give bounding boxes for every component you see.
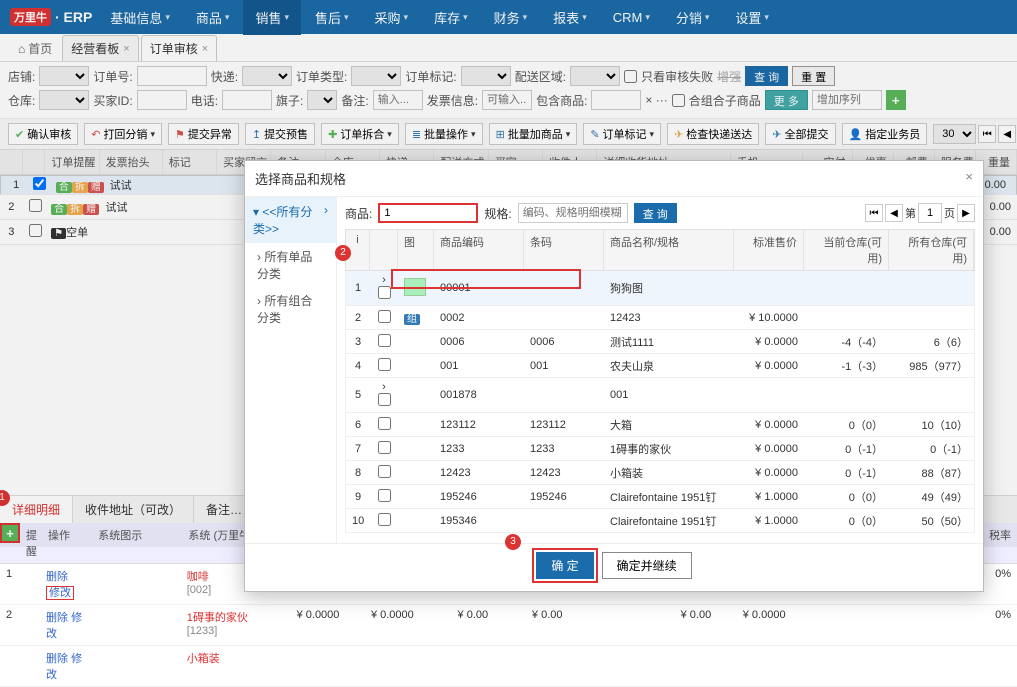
row-checkbox[interactable] <box>378 441 391 454</box>
row-checkbox[interactable] <box>378 286 391 299</box>
row-checkbox[interactable] <box>378 334 391 347</box>
col-header[interactable]: 商品编码 <box>434 230 524 270</box>
badge-3: 3 <box>505 534 521 550</box>
thumbnail <box>404 278 426 296</box>
modal-page-next[interactable]: ▶ <box>957 204 975 222</box>
modal-title: 选择商品和规格 <box>255 169 346 188</box>
ok-continue-button[interactable]: 确定并继续 <box>602 552 692 579</box>
product-row[interactable]: 9 195246195246Clairefontaine 1951钉¥ 1.00… <box>345 485 975 509</box>
row-checkbox[interactable] <box>378 489 391 502</box>
col-header[interactable]: 商品名称/规格 <box>604 230 734 270</box>
col-header[interactable]: 标准售价 <box>734 230 804 270</box>
col-header[interactable]: 所有仓库(可用) <box>889 230 974 270</box>
category-panel: ▾ <<所有分类>>› › 所有单品分类 › 所有组合分类 <box>245 197 337 543</box>
row-checkbox[interactable] <box>378 358 391 371</box>
lbl-spec: 规格: <box>484 205 511 222</box>
product-row[interactable]: 2 组000212423¥ 10.0000 <box>345 306 975 330</box>
col-header[interactable]: 当前仓库(可用) <box>804 230 889 270</box>
product-modal: 选择商品和规格 × ▾ <<所有分类>>› › 所有单品分类 › 所有组合分类 … <box>244 160 984 592</box>
goods-input[interactable] <box>378 203 478 223</box>
product-row[interactable]: 8 1242312423小箱装¥ 0.00000（-1）88（87） <box>345 461 975 485</box>
product-row[interactable]: 6 123112123112大箱¥ 0.00000（0）10（10） <box>345 413 975 437</box>
lbl-goods: 商品: <box>345 205 372 222</box>
product-row[interactable]: 3 00060006测试1111¥ 0.0000-4（-4）6（6） <box>345 330 975 354</box>
row-checkbox[interactable] <box>378 393 391 406</box>
row-checkbox[interactable] <box>378 513 391 526</box>
product-panel: 商品: 规格: 查 询 ⏮ ◀ 第 页 ▶ i图商品编码条码商品名称/规格标准售… <box>337 197 983 543</box>
cat-item[interactable]: › 所有组合分类 <box>245 287 336 331</box>
delete-link[interactable]: 删除 <box>46 653 68 665</box>
col-header[interactable]: 图 <box>398 230 434 270</box>
row-checkbox[interactable] <box>378 417 391 430</box>
modal-page-prev[interactable]: ◀ <box>885 204 903 222</box>
modal-page-input[interactable] <box>918 203 942 223</box>
product-row[interactable]: 7 123312331碍事的家伙¥ 0.00000（-1）0（-1） <box>345 437 975 461</box>
product-row[interactable]: 10 195346Clairefontaine 1951钉¥ 1.00000（0… <box>345 509 975 533</box>
detail-row[interactable]: 2删除 修改1碍事的家伙[1233]¥ 0.0000¥ 0.0000¥ 0.00… <box>0 605 1017 646</box>
delete-link[interactable]: 删除 <box>46 571 68 583</box>
edit-link[interactable]: 修改 <box>46 586 74 600</box>
row-checkbox[interactable] <box>378 310 391 323</box>
modal-query-button[interactable]: 查 询 <box>634 203 677 223</box>
delete-link[interactable]: 删除 <box>46 612 68 624</box>
badge-2: 2 <box>335 245 351 261</box>
product-row[interactable]: 4 001001农夫山泉¥ 0.0000-1（-3）985（977） <box>345 354 975 378</box>
modal-page-first[interactable]: ⏮ <box>865 204 883 222</box>
product-row[interactable]: 5› 001878001 <box>345 378 975 413</box>
ok-button[interactable]: 确 定 <box>536 552 593 579</box>
cat-all[interactable]: ▾ <<所有分类>>› <box>245 197 336 243</box>
chevron-right-icon: › <box>324 203 328 237</box>
row-checkbox[interactable] <box>378 465 391 478</box>
col-header[interactable] <box>370 230 398 270</box>
col-header[interactable]: 条码 <box>524 230 604 270</box>
close-icon[interactable]: × <box>965 169 973 188</box>
cat-item[interactable]: › 所有单品分类 <box>245 243 336 287</box>
spec-input[interactable] <box>518 203 628 223</box>
detail-row[interactable]: 删除 修改小箱装 <box>0 646 1017 687</box>
product-row[interactable]: 1› 00001狗狗图 <box>345 271 975 306</box>
